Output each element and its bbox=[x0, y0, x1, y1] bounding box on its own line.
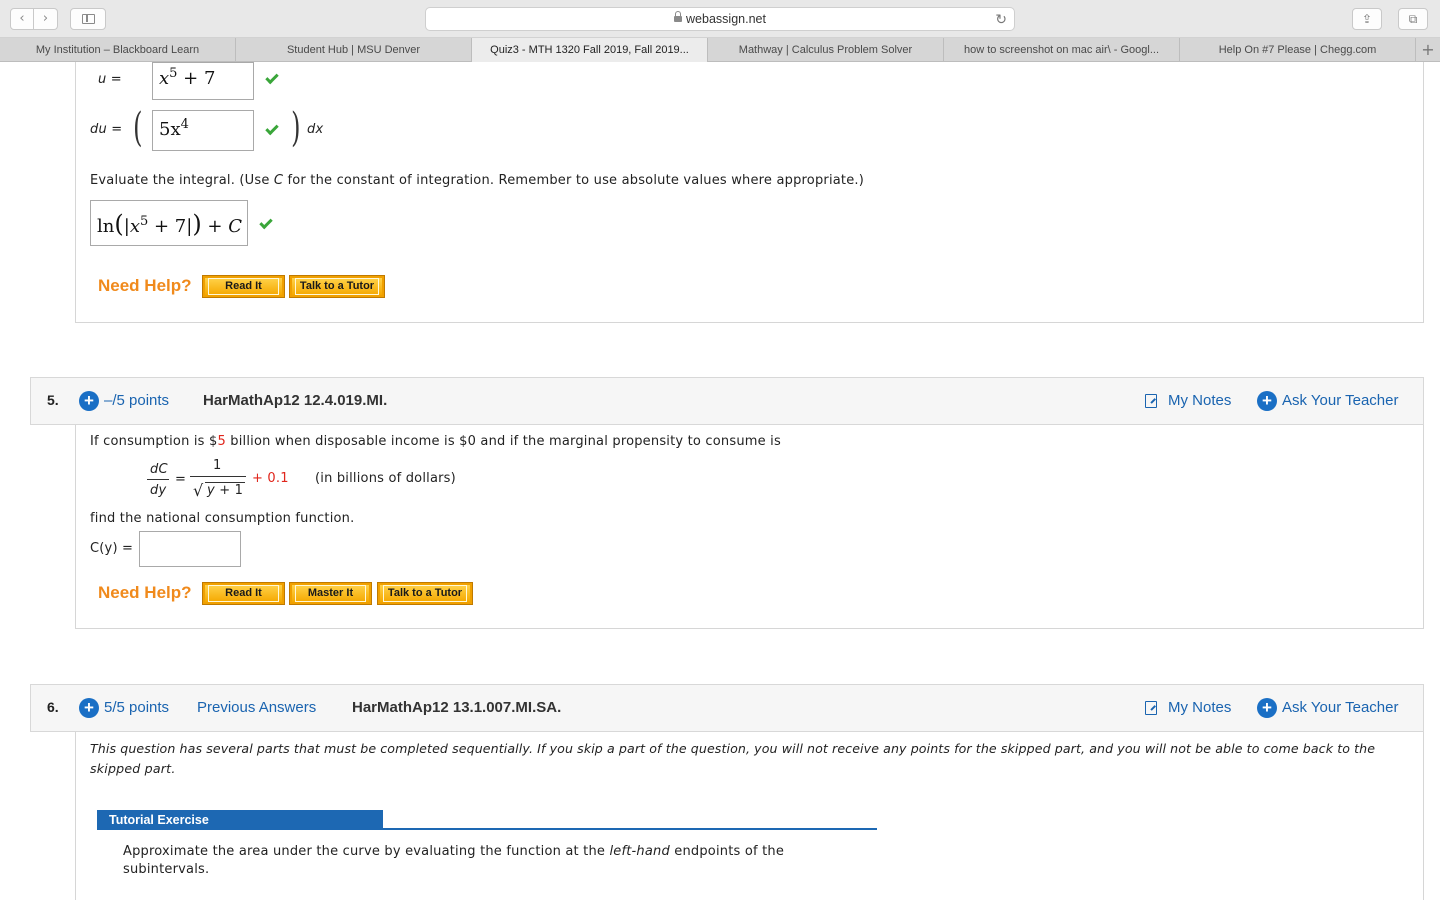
question-5-number: 5. bbox=[47, 392, 59, 408]
tab-bar: My Institution – Blackboard Learn Studen… bbox=[0, 38, 1440, 62]
question-6-header: 6. + 5/5 points Previous Answers HarMath… bbox=[30, 684, 1424, 732]
q5-my-notes-link[interactable]: My Notes bbox=[1168, 392, 1231, 409]
u-answer-field[interactable]: x5 + 7 bbox=[152, 62, 254, 100]
tab-student-hub[interactable]: Student Hub | MSU Denver bbox=[236, 38, 472, 62]
q6-previous-answers-link[interactable]: Previous Answers bbox=[197, 699, 316, 716]
tutorial-header-rule bbox=[97, 828, 877, 830]
reload-icon[interactable]: ↻ bbox=[995, 11, 1007, 27]
du-left-paren: ( bbox=[133, 105, 143, 151]
du-right-paren: ) bbox=[291, 105, 301, 151]
q5-constant-term: + 0.1 bbox=[252, 471, 289, 486]
url-text: webassign.net bbox=[686, 12, 766, 26]
q5-need-help-label: Need Help? bbox=[98, 583, 192, 602]
tab-mathway[interactable]: Mathway | Calculus Problem Solver bbox=[708, 38, 944, 62]
du-label: du = bbox=[90, 122, 123, 137]
tab-quiz3[interactable]: Quiz3 - MTH 1320 Fall 2019, Fall 2019... bbox=[472, 38, 708, 62]
sidebar-icon bbox=[82, 14, 95, 24]
tutorial-instruction-line1: Approximate the area under the curve by … bbox=[123, 844, 785, 859]
address-bar[interactable]: webassign.net ↻ bbox=[425, 7, 1015, 31]
q5-cy-answer-input[interactable] bbox=[139, 531, 241, 567]
question-5-header: 5. + –/5 points HarMathAp12 12.4.019.MI.… bbox=[30, 377, 1424, 425]
q5-rhs-numerator: 1 bbox=[213, 458, 222, 473]
q6-points-link[interactable]: 5/5 points bbox=[104, 699, 169, 716]
sidebar-toggle-button[interactable] bbox=[70, 8, 106, 30]
q5-find-text: find the national consumption function. bbox=[90, 511, 355, 526]
q5-ask-teacher-link[interactable]: Ask Your Teacher bbox=[1282, 392, 1398, 409]
q5-problem-code: HarMathAp12 12.4.019.MI. bbox=[203, 392, 388, 409]
q5-master-it-button[interactable]: Master It bbox=[289, 582, 372, 605]
browser-toolbar: ‹ › webassign.net ↻ ⇪ ⧉ bbox=[0, 0, 1440, 38]
q5-units-note: (in billions of dollars) bbox=[315, 471, 456, 486]
q5-fraction-bar-left bbox=[147, 479, 169, 480]
q6-my-notes-icon[interactable] bbox=[1145, 701, 1157, 715]
q4-need-help-label: Need Help? bbox=[98, 276, 192, 295]
q5-equals-sign: = bbox=[175, 472, 187, 487]
q4-talk-to-tutor-button[interactable]: Talk to a Tutor bbox=[289, 275, 385, 298]
dx-label: dx bbox=[307, 122, 324, 137]
page-content: u = x5 + 7 du = ( 5x4 ) dx Evaluate the … bbox=[0, 62, 1440, 900]
q6-sequential-notice-line1: This question has several parts that mus… bbox=[90, 741, 1376, 756]
du-answer-field[interactable]: 5x4 bbox=[152, 110, 254, 151]
q6-sequential-notice-line2: skipped part. bbox=[90, 761, 176, 776]
integral-answer-field[interactable]: ln(|x5 + 7|) + C bbox=[90, 200, 248, 246]
tab-google-search[interactable]: how to screenshot on mac air\ - Googl... bbox=[944, 38, 1180, 62]
new-tab-button[interactable]: + bbox=[1416, 38, 1440, 62]
integral-instruction: Evaluate the integral. (Use C for the co… bbox=[90, 173, 865, 188]
q5-ask-teacher-plus-icon[interactable]: + bbox=[1257, 391, 1277, 411]
q4-read-it-button[interactable]: Read It bbox=[202, 275, 285, 298]
tutorial-instruction-line2: subintervals. bbox=[123, 862, 210, 877]
question-6-number: 6. bbox=[47, 699, 59, 715]
q5-rhs-denominator: y + 1 bbox=[207, 483, 244, 498]
tab-chegg[interactable]: Help On #7 Please | Chegg.com bbox=[1180, 38, 1416, 62]
q5-talk-to-tutor-button[interactable]: Talk to a Tutor bbox=[377, 582, 473, 605]
q5-sqrt-icon: √ bbox=[193, 481, 204, 500]
tab-blackboard[interactable]: My Institution – Blackboard Learn bbox=[0, 38, 236, 62]
q6-problem-code: HarMathAp12 13.1.007.MI.SA. bbox=[352, 699, 562, 716]
q6-ask-teacher-plus-icon[interactable]: + bbox=[1257, 698, 1277, 718]
q6-my-notes-link[interactable]: My Notes bbox=[1168, 699, 1231, 716]
show-tabs-button[interactable]: ⧉ bbox=[1398, 8, 1428, 30]
q5-dc-numerator: dC bbox=[150, 462, 168, 477]
q5-problem-text: If consumption is $5 billion when dispos… bbox=[90, 434, 781, 449]
q5-expand-plus-icon[interactable]: + bbox=[79, 391, 99, 411]
back-button[interactable]: ‹ bbox=[10, 8, 34, 30]
q5-read-it-button[interactable]: Read It bbox=[202, 582, 285, 605]
u-label: u = bbox=[98, 72, 122, 87]
lock-icon bbox=[674, 11, 683, 22]
q6-expand-plus-icon[interactable]: + bbox=[79, 698, 99, 718]
q6-ask-teacher-link[interactable]: Ask Your Teacher bbox=[1282, 699, 1398, 716]
q5-points-link[interactable]: –/5 points bbox=[104, 392, 169, 409]
q5-dy-denominator: dy bbox=[150, 483, 167, 498]
tutorial-exercise-header: Tutorial Exercise bbox=[97, 810, 383, 830]
q5-my-notes-icon[interactable] bbox=[1145, 394, 1157, 408]
forward-button[interactable]: › bbox=[34, 8, 58, 30]
q5-fraction-bar-right bbox=[190, 476, 246, 477]
q5-cy-label: C(y) = bbox=[90, 541, 134, 556]
share-button[interactable]: ⇪ bbox=[1352, 8, 1382, 30]
